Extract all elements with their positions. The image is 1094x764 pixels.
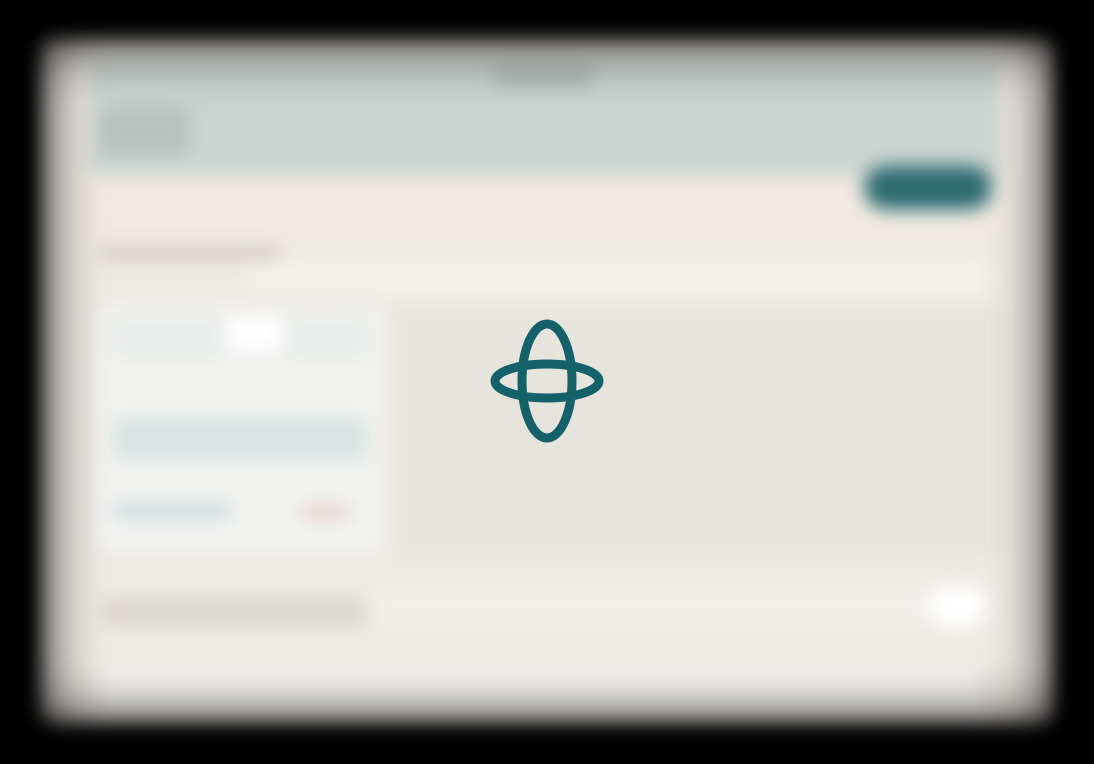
header-title-placeholder (493, 66, 593, 88)
side-card-warning-placeholder (300, 506, 350, 518)
lower-section-strip (368, 588, 938, 626)
primary-action-button (864, 166, 992, 210)
bottom-input-placeholder (100, 664, 980, 720)
header-logo (100, 106, 190, 156)
lower-section-toggle (928, 584, 988, 628)
side-card-link-placeholder (112, 504, 232, 518)
section-label-placeholder (100, 246, 280, 260)
lower-section-label (100, 598, 400, 626)
side-card-selected-row (112, 416, 368, 460)
side-card-active-tab (224, 318, 284, 352)
screen (0, 0, 1094, 764)
orbit-loader-svg (490, 319, 604, 443)
loader-vertical-ring (517, 319, 577, 443)
orbit-loader-icon (487, 318, 607, 444)
loader-horizontal-ring (490, 359, 604, 403)
search-field-placeholder (248, 262, 988, 294)
